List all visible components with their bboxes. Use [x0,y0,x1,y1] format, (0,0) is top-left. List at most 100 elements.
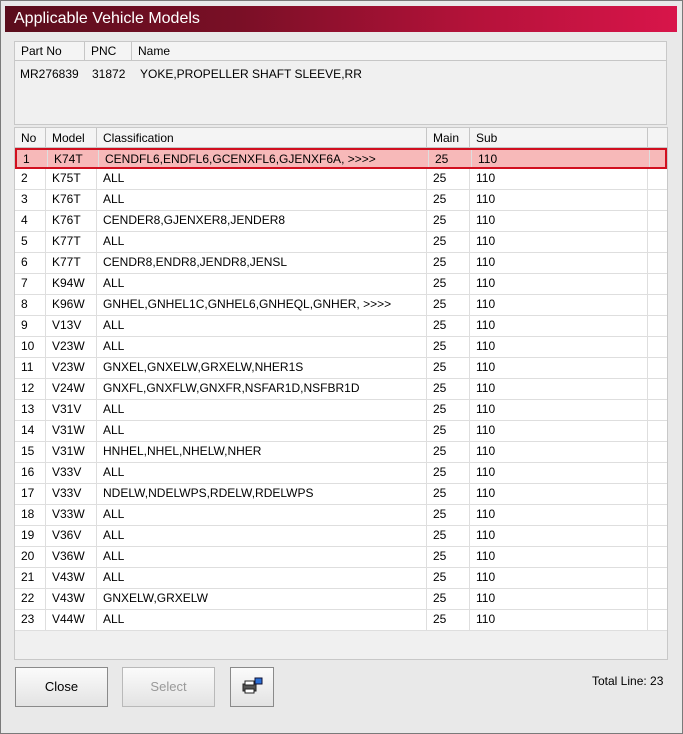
window-title: Applicable Vehicle Models [14,10,200,27]
title-bar[interactable]: Applicable Vehicle Models [5,6,677,32]
cell-model: K96W [46,295,97,315]
table-row[interactable]: 11 V23W GNXEL,GNXELW,GRXELW,NHER1S 25 110 [15,358,667,379]
table-row[interactable]: 20 V36W ALL 25 110 [15,547,667,568]
cell-model: V36V [46,526,97,546]
cell-sub: 110 [470,400,648,420]
cell-no: 2 [15,169,46,189]
table-row[interactable]: 19 V36V ALL 25 110 [15,526,667,547]
table-row[interactable]: 16 V33V ALL 25 110 [15,463,667,484]
column-header-sub[interactable]: Sub [470,128,648,148]
cell-filler [648,610,667,630]
table-row[interactable]: 14 V31W ALL 25 110 [15,421,667,442]
cell-main: 25 [427,505,470,525]
cell-main: 25 [427,253,470,273]
cell-classification: ALL [97,190,427,210]
vehicle-models-table[interactable]: No Model Classification Main Sub 1 K74T CE… [14,127,668,660]
cell-model: V31W [46,442,97,462]
cell-no: 11 [15,358,46,378]
table-row[interactable]: 8 K96W GNHEL,GNHEL1C,GNHEL6,GNHEQL,GNHER, … [15,295,667,316]
cell-no: 21 [15,568,46,588]
cell-no: 19 [15,526,46,546]
cell-classification: GNXEL,GNXELW,GRXELW,NHER1S [97,358,427,378]
table-row[interactable]: 6 K77T CENDR8,ENDR8,JENDR8,JENSL 25 110 [15,253,667,274]
cell-model: K76T [46,211,97,231]
cell-no: 8 [15,295,46,315]
print-button[interactable] [230,667,274,707]
cell-main: 25 [427,400,470,420]
select-button[interactable]: Select [122,667,215,707]
cell-no: 16 [15,463,46,483]
cell-model: K75T [46,169,97,189]
cell-classification: ALL [97,505,427,525]
cell-no: 10 [15,337,46,357]
table-row[interactable]: 22 V43W GNXELW,GRXELW 25 110 [15,589,667,610]
table-row[interactable]: 7 K94W ALL 25 110 [15,274,667,295]
cell-main: 25 [427,190,470,210]
cell-model: V44W [46,610,97,630]
part-no-value: MR276839 [20,67,79,81]
cell-classification: HNHEL,NHEL,NHELW,NHER [97,442,427,462]
cell-filler [648,295,667,315]
table-row[interactable]: 23 V44W ALL 25 110 [15,610,667,631]
cell-model: K74T [48,150,99,167]
column-header-main[interactable]: Main [427,128,470,148]
cell-main: 25 [427,211,470,231]
column-header-model[interactable]: Model [46,128,97,148]
table-row[interactable]: 2 K75T ALL 25 110 [15,169,667,190]
table-row[interactable]: 21 V43W ALL 25 110 [15,568,667,589]
cell-classification: CENDER8,GJENXER8,JENDER8 [97,211,427,231]
cell-model: V13V [46,316,97,336]
table-row[interactable]: 12 V24W GNXFL,GNXFLW,GNXFR,NSFAR1D,NSFBR1D… [15,379,667,400]
table-row[interactable]: 13 V31V ALL 25 110 [15,400,667,421]
cell-no: 9 [15,316,46,336]
cell-classification: ALL [97,337,427,357]
cell-filler [648,232,667,252]
cell-filler [648,253,667,273]
cell-no: 13 [15,400,46,420]
cell-sub: 110 [472,150,650,167]
table-row[interactable]: 9 V13V ALL 25 110 [15,316,667,337]
table-row[interactable]: 18 V33W ALL 25 110 [15,505,667,526]
printer-icon [242,677,263,694]
close-button[interactable]: Close [15,667,108,707]
cell-model: V43W [46,568,97,588]
total-lines-label: Total Line: 23 [592,674,664,688]
cell-sub: 110 [470,610,648,630]
table-row[interactable]: 5 K77T ALL 25 110 [15,232,667,253]
cell-classification: ALL [97,316,427,336]
cell-model: V33V [46,463,97,483]
table-row[interactable]: 10 V23W ALL 25 110 [15,337,667,358]
table-row[interactable]: 17 V33V NDELW,NDELWPS,RDELW,RDELWPS 25 110 [15,484,667,505]
cell-sub: 110 [470,505,648,525]
cell-main: 25 [427,442,470,462]
table-row[interactable]: 1 K74T CENDFL6,ENDFL6,GCENXFL6,GJENXF6A, >… [15,148,667,169]
cell-model: V33V [46,484,97,504]
column-header-classification[interactable]: Classification [97,128,427,148]
table-row[interactable]: 4 K76T CENDER8,GJENXER8,JENDER8 25 110 [15,211,667,232]
cell-model: V24W [46,379,97,399]
cell-sub: 110 [470,253,648,273]
cell-filler [648,379,667,399]
cell-no: 3 [15,190,46,210]
cell-no: 5 [15,232,46,252]
pnc-header: PNC [85,42,132,61]
cell-filler [648,526,667,546]
cell-no: 18 [15,505,46,525]
cell-sub: 110 [470,484,648,504]
cell-filler [650,150,667,167]
table-header: No Model Classification Main Sub [15,128,667,148]
cell-model: V23W [46,358,97,378]
applicable-vehicle-models-window: Applicable Vehicle Models Part No PNC Na… [0,0,683,734]
cell-filler [648,589,667,609]
column-header-no[interactable]: No [15,128,46,148]
table-row[interactable]: 3 K76T ALL 25 110 [15,190,667,211]
cell-sub: 110 [470,463,648,483]
cell-sub: 110 [470,442,648,462]
cell-model: V33W [46,505,97,525]
cell-filler [648,568,667,588]
cell-classification: GNXFL,GNXFLW,GNXFR,NSFAR1D,NSFBR1D [97,379,427,399]
table-row[interactable]: 15 V31W HNHEL,NHEL,NHELW,NHER 25 110 [15,442,667,463]
cell-no: 4 [15,211,46,231]
part-name-value: YOKE,PROPELLER SHAFT SLEEVE,RR [140,67,362,81]
cell-main: 25 [427,421,470,441]
